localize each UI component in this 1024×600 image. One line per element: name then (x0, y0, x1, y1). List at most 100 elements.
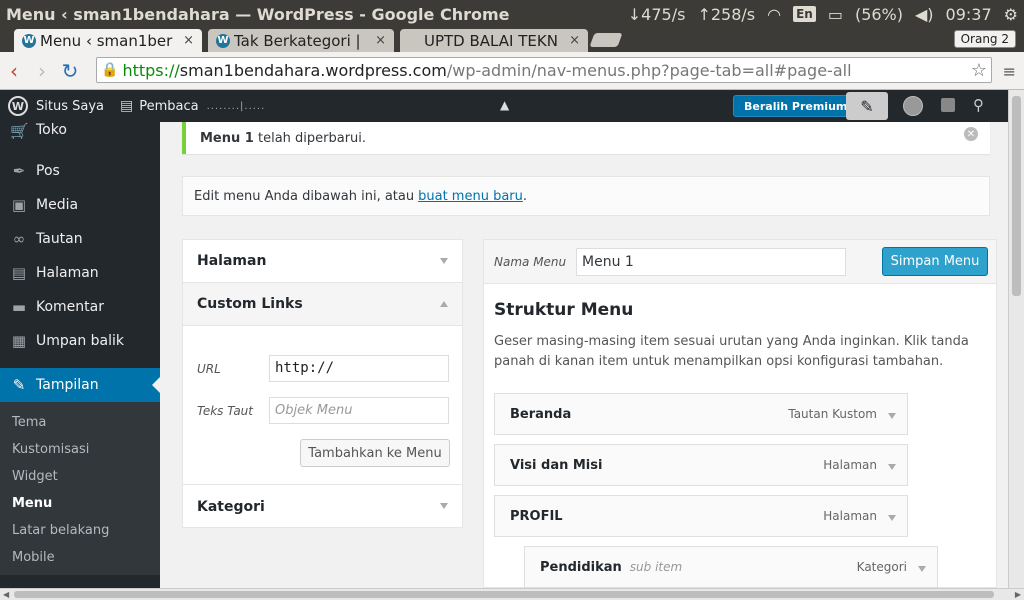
submenu-widget[interactable]: Widget (0, 463, 160, 490)
sidebar-item-pos[interactable]: ✒ Pos (0, 154, 160, 188)
bookmark-star-icon[interactable]: ☆ (971, 60, 987, 81)
address-bar-row: ‹ › ↻ 🔒 https:// sman1bendahara.wordpres… (0, 52, 1024, 90)
accordion-halaman[interactable]: Halaman (183, 240, 462, 283)
sidebar-item-toko[interactable]: 🛒 Toko (0, 122, 160, 144)
profile-button[interactable]: Orang 2 (953, 30, 1016, 48)
chevron-down-icon[interactable] (918, 566, 926, 572)
custom-links-body: URL http:// Teks Taut Objek Menu Tambahk… (183, 326, 462, 485)
chevron-down-icon (440, 503, 448, 509)
submenu-menu[interactable]: Menu (0, 490, 160, 517)
menu-item-type: Tautan Kustom (788, 407, 877, 421)
tab-label: UPTD BALAI TEKN (424, 31, 558, 50)
create-new-menu-link[interactable]: buat menu baru (418, 189, 523, 204)
net-up-indicator[interactable]: ↑258/s (697, 5, 755, 24)
clock[interactable]: 09:37 (946, 5, 992, 24)
tab-uptd-balai[interactable]: UPTD BALAI TEKN × (400, 29, 588, 52)
settings-gear-icon[interactable]: ⚙ (1004, 5, 1018, 24)
feedback-icon: ▦ (11, 332, 27, 350)
sidebar-item-tampilan[interactable]: ✎ Tampilan (0, 368, 160, 402)
scroll-right-icon[interactable]: ▶ (1015, 590, 1021, 599)
upgrade-premium-button[interactable]: Beralih Premium (733, 95, 859, 117)
tab-tak-berkategori[interactable]: W Tak Berkategori | × (208, 29, 394, 52)
submenu-latar-belakang[interactable]: Latar belakang (0, 517, 160, 544)
accordion-title: Kategori (197, 498, 265, 515)
menu-header: Nama Menu Menu 1 Simpan Menu (484, 240, 996, 284)
sidebar-item-label: Halaman (36, 265, 99, 281)
menu-structure-description: Geser masing-masing item sesuai urutan y… (494, 334, 969, 369)
dismiss-icon[interactable]: ✕ (964, 127, 978, 141)
horizontal-scroll-thumb[interactable] (14, 591, 994, 598)
comment-icon: ▬ (11, 298, 27, 316)
browser-menu-icon[interactable]: ≡ (1003, 62, 1016, 81)
brush-icon: ✎ (12, 376, 26, 394)
chevron-down-icon[interactable] (888, 413, 896, 419)
new-tab-button[interactable] (589, 33, 623, 47)
sidebar-item-media[interactable]: ▣ Media (0, 188, 160, 222)
battery-icon[interactable]: ▭ (828, 5, 843, 24)
scroll-left-icon[interactable]: ◀ (3, 590, 9, 599)
wifi-icon[interactable]: ◠ (767, 5, 781, 24)
media-icon: ▣ (11, 196, 27, 214)
sidebar-item-halaman[interactable]: ▤ Halaman (0, 256, 160, 290)
chevron-down-icon[interactable] (888, 515, 896, 521)
accordion-custom-links[interactable]: Custom Links (183, 283, 462, 326)
submenu-mobile[interactable]: Mobile (0, 544, 160, 571)
sidebar-item-label: Toko (36, 122, 67, 138)
page-icon: ▤ (11, 264, 27, 282)
chevron-down-icon[interactable] (888, 464, 896, 470)
write-post-icon[interactable]: ✎ (846, 92, 888, 120)
link-text-field[interactable]: Objek Menu (269, 397, 449, 424)
keyboard-language[interactable]: En (793, 6, 816, 22)
menu-item[interactable]: PROFIL Halaman (494, 495, 908, 537)
menu-item-title: Visi dan Misi (510, 457, 603, 473)
url-scheme: https:// (122, 60, 180, 80)
menu-item-title: PROFIL (510, 508, 563, 524)
save-menu-button[interactable]: Simpan Menu (882, 247, 988, 276)
menu-item-type: Halaman (823, 509, 877, 523)
accordion-title: Custom Links (197, 296, 303, 312)
reload-icon[interactable]: ↻ (56, 59, 84, 83)
reader-menu[interactable]: ▤ Pembaca ........|..... (112, 90, 273, 122)
url-label: URL (197, 362, 221, 376)
back-arrow-icon[interactable]: ‹ (0, 59, 28, 83)
url-field[interactable]: http:// (269, 355, 449, 382)
submenu-kustomisasi[interactable]: Kustomisasi (0, 436, 160, 463)
tab-menu[interactable]: W Menu ‹ sman1ber × (14, 29, 202, 52)
my-sites-label: Situs Saya (36, 98, 104, 114)
menu-edit-panel: Nama Menu Menu 1 Simpan Menu Struktur Me… (483, 239, 997, 588)
tab-close-icon[interactable]: × (375, 33, 386, 48)
tab-label: Menu ‹ sman1ber (40, 31, 173, 50)
submenu-tema[interactable]: Tema (0, 409, 160, 436)
accordion-kategori[interactable]: Kategori (183, 485, 462, 528)
sidebar-item-komentar[interactable]: ▬ Komentar (0, 290, 160, 324)
updated-notice: Menu 1 telah diperbarui. ✕ (182, 122, 990, 154)
vertical-scrollbar[interactable] (1008, 90, 1024, 588)
notifications-icon[interactable] (941, 98, 955, 112)
menu-item[interactable]: Visi dan Misi Halaman (494, 444, 908, 486)
menu-item[interactable]: Pendidikan sub item Kategori (524, 546, 938, 588)
manage-menus-box: Edit menu Anda dibawah ini, atau buat me… (182, 176, 990, 216)
my-sites-menu[interactable]: W Situs Saya (0, 90, 112, 122)
menu-name-label: Nama Menu (494, 255, 567, 269)
os-top-bar: Menu ‹ sman1bendahara — WordPress - Goog… (0, 0, 1024, 28)
url-path: /wp-admin/nav-menus.php?page-tab=all#pag… (446, 60, 852, 80)
avatar[interactable] (903, 96, 923, 116)
sidebar-item-tautan[interactable]: ∞ Tautan (0, 222, 160, 256)
appearance-submenu: Tema Kustomisasi Widget Menu Latar belak… (0, 402, 160, 575)
vertical-scroll-thumb[interactable] (1012, 96, 1021, 296)
sidebar-item-umpan-balik[interactable]: ▦ Umpan balik (0, 324, 160, 358)
menu-name-input[interactable]: Menu 1 (576, 248, 846, 276)
tab-close-icon[interactable]: × (183, 33, 194, 48)
menu-item-type: Kategori (856, 560, 907, 574)
forward-arrow-icon[interactable]: › (28, 59, 56, 83)
reader-label: Pembaca (139, 98, 199, 114)
collapse-arrow-icon[interactable]: ▲ (500, 98, 509, 112)
volume-icon[interactable]: ◀) (915, 5, 934, 24)
add-to-menu-button[interactable]: Tambahkan ke Menu (300, 439, 450, 467)
search-icon[interactable]: ⚲ (973, 96, 984, 114)
horizontal-scrollbar[interactable]: ◀ ▶ (0, 588, 1024, 600)
url-input[interactable]: 🔒 https:// sman1bendahara.wordpress.com … (96, 57, 992, 83)
sidebar-item-label: Media (36, 197, 79, 213)
menu-item[interactable]: Beranda Tautan Kustom (494, 393, 908, 435)
tab-close-icon[interactable]: × (569, 33, 580, 48)
